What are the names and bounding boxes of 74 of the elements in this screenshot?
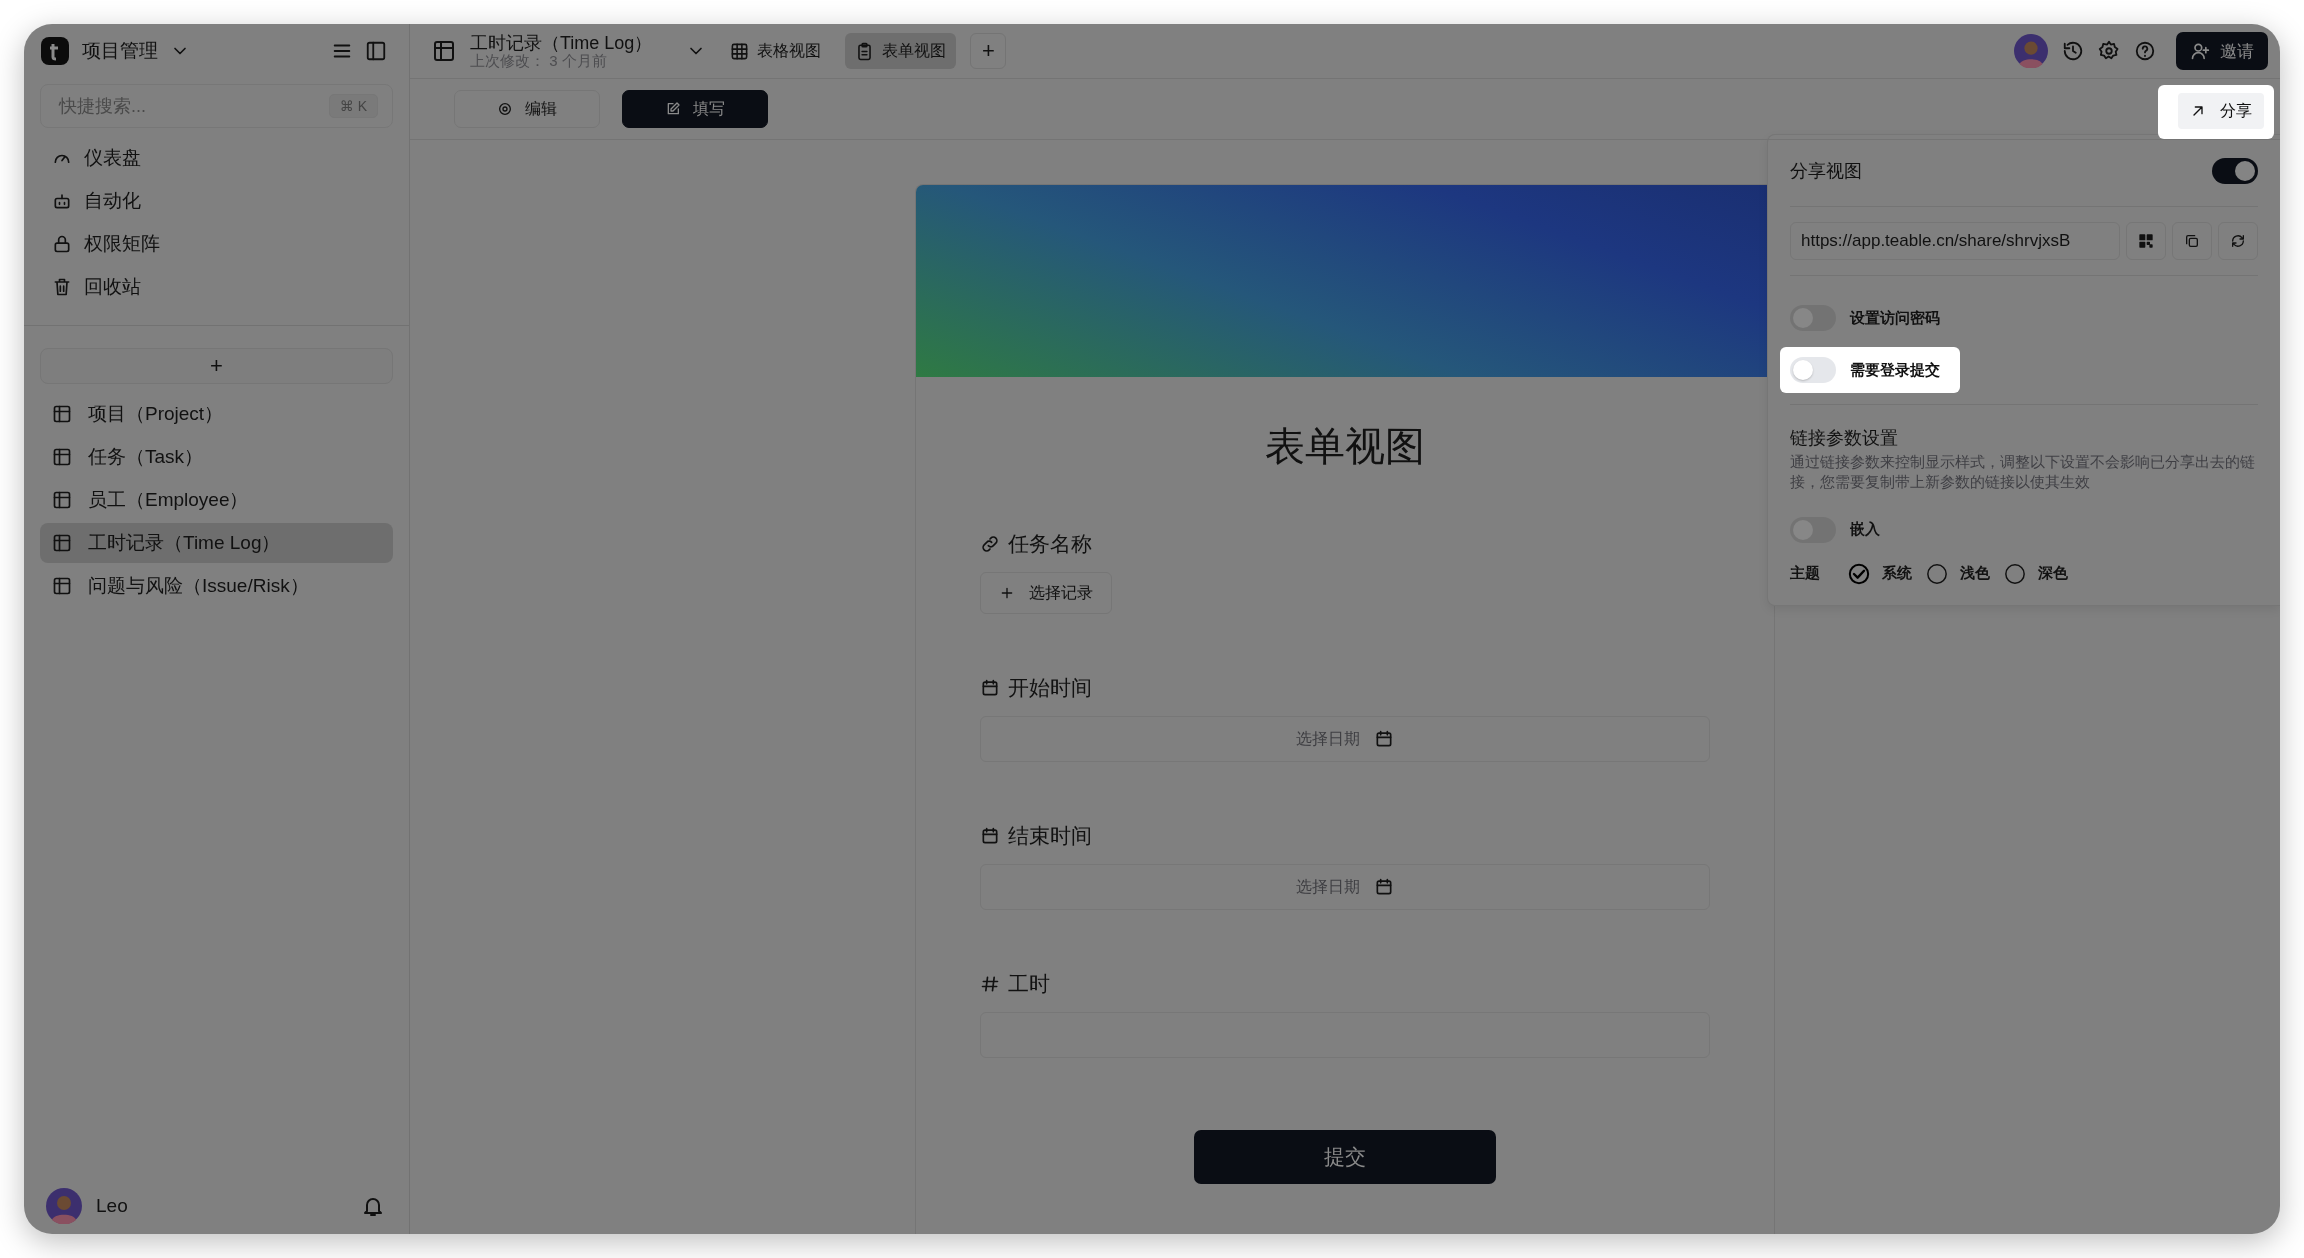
calendar-icon bbox=[980, 678, 1000, 698]
table-icon bbox=[52, 447, 72, 467]
link-icon bbox=[980, 534, 1000, 554]
mode-button[interactable]: 填写 bbox=[622, 90, 768, 128]
option-label: 设置访问密码 bbox=[1850, 308, 1940, 328]
date-field[interactable]: 选择日期 bbox=[980, 716, 1710, 762]
theme-radio[interactable]: 深色 bbox=[2004, 562, 2068, 585]
share-url-field[interactable]: https://app.teable.cn/share/shrvjxsB bbox=[1790, 222, 2120, 260]
table-icon bbox=[52, 576, 72, 596]
sidebar-toggle-icon[interactable] bbox=[365, 40, 387, 62]
logo-icon bbox=[40, 36, 70, 66]
plus-icon bbox=[999, 585, 1015, 601]
table-item[interactable]: 项目（Project） bbox=[40, 394, 393, 434]
form-title: 表单视图 bbox=[1264, 423, 1426, 470]
table-icon bbox=[52, 404, 72, 424]
date-field[interactable]: 选择日期 bbox=[980, 864, 1710, 910]
theme-radio[interactable]: 系统 bbox=[1848, 562, 1912, 585]
table-item[interactable]: 任务（Task） bbox=[40, 437, 393, 477]
add-user-icon bbox=[2190, 41, 2210, 61]
add-table-button[interactable]: + bbox=[40, 348, 393, 384]
avatar bbox=[46, 1188, 82, 1224]
copy-button[interactable] bbox=[2172, 222, 2212, 260]
table-icon bbox=[432, 39, 456, 63]
workspace-name[interactable]: 项目管理 bbox=[82, 38, 158, 64]
field-label: 结束时间 bbox=[1008, 823, 1092, 849]
table-icon bbox=[52, 490, 72, 510]
option-label: 需要登录提交 bbox=[1850, 360, 1940, 380]
field-label: 开始时间 bbox=[1008, 675, 1092, 701]
nav-item[interactable]: 权限矩阵 bbox=[40, 224, 393, 264]
calendar-icon bbox=[980, 826, 1000, 846]
section-title: 链接参数设置 bbox=[1790, 427, 1899, 450]
add-view-button[interactable]: + bbox=[970, 33, 1007, 69]
refresh-button[interactable] bbox=[2218, 222, 2258, 260]
help-icon[interactable] bbox=[2134, 40, 2156, 62]
select-record-button[interactable]: 选择记录 bbox=[980, 572, 1112, 614]
toggle-switch[interactable] bbox=[1790, 357, 1836, 383]
share-button[interactable]: 分享 bbox=[2178, 93, 2264, 129]
option-label: 嵌入 bbox=[1850, 520, 1880, 539]
lock-icon bbox=[52, 234, 72, 254]
toggle-switch[interactable] bbox=[2212, 158, 2258, 184]
hash-icon bbox=[980, 974, 1000, 994]
qr-code-button[interactable] bbox=[2126, 222, 2166, 260]
submit-button[interactable]: 提交 bbox=[1194, 1130, 1496, 1184]
avatar bbox=[2014, 34, 2048, 68]
calendar-icon bbox=[1374, 729, 1394, 749]
pencil-icon bbox=[665, 101, 681, 117]
qr-code-icon bbox=[2138, 233, 2154, 249]
robot-icon bbox=[52, 191, 72, 211]
table-item[interactable]: 问题与风险（Issue/Risk） bbox=[40, 566, 393, 606]
user-name[interactable]: Leo bbox=[96, 1195, 128, 1217]
nav-item[interactable]: 回收站 bbox=[40, 267, 393, 307]
table-icon bbox=[52, 533, 72, 553]
field-label: 任务名称 bbox=[1008, 531, 1092, 557]
table-item[interactable]: 员工（Employee） bbox=[40, 480, 393, 520]
field-label: 工时 bbox=[1008, 971, 1050, 997]
theme-radio[interactable]: 浅色 bbox=[1926, 562, 1990, 585]
panel-title: 分享视图 bbox=[1790, 160, 1862, 183]
mode-button[interactable]: 编辑 bbox=[454, 90, 600, 128]
trash-icon bbox=[52, 277, 72, 297]
nav-item[interactable]: 仪表盘 bbox=[40, 138, 393, 178]
copy-icon bbox=[2184, 233, 2200, 249]
view-tab[interactable]: 表单视图 bbox=[845, 33, 957, 69]
invite-button[interactable]: 邀请 bbox=[2176, 32, 2268, 70]
section-hint: 通过链接参数来控制显示样式，调整以下设置不会影响已分享出去的链接，您需要复制带上新参数的链接以使其生效 bbox=[1790, 452, 2256, 493]
refresh-icon bbox=[2230, 233, 2246, 249]
table-title: 工时记录（Time Log） bbox=[470, 33, 653, 53]
calendar-icon bbox=[1374, 877, 1394, 897]
grid-icon bbox=[730, 41, 750, 61]
theme-label: 主题 bbox=[1790, 564, 1820, 583]
nav-item[interactable]: 自动化 bbox=[40, 181, 393, 221]
view-tab[interactable]: 表格视图 bbox=[720, 33, 832, 69]
table-item[interactable]: 工时记录（Time Log） bbox=[40, 523, 393, 563]
settings-icon[interactable] bbox=[2098, 40, 2120, 62]
history-icon[interactable] bbox=[2062, 40, 2084, 62]
